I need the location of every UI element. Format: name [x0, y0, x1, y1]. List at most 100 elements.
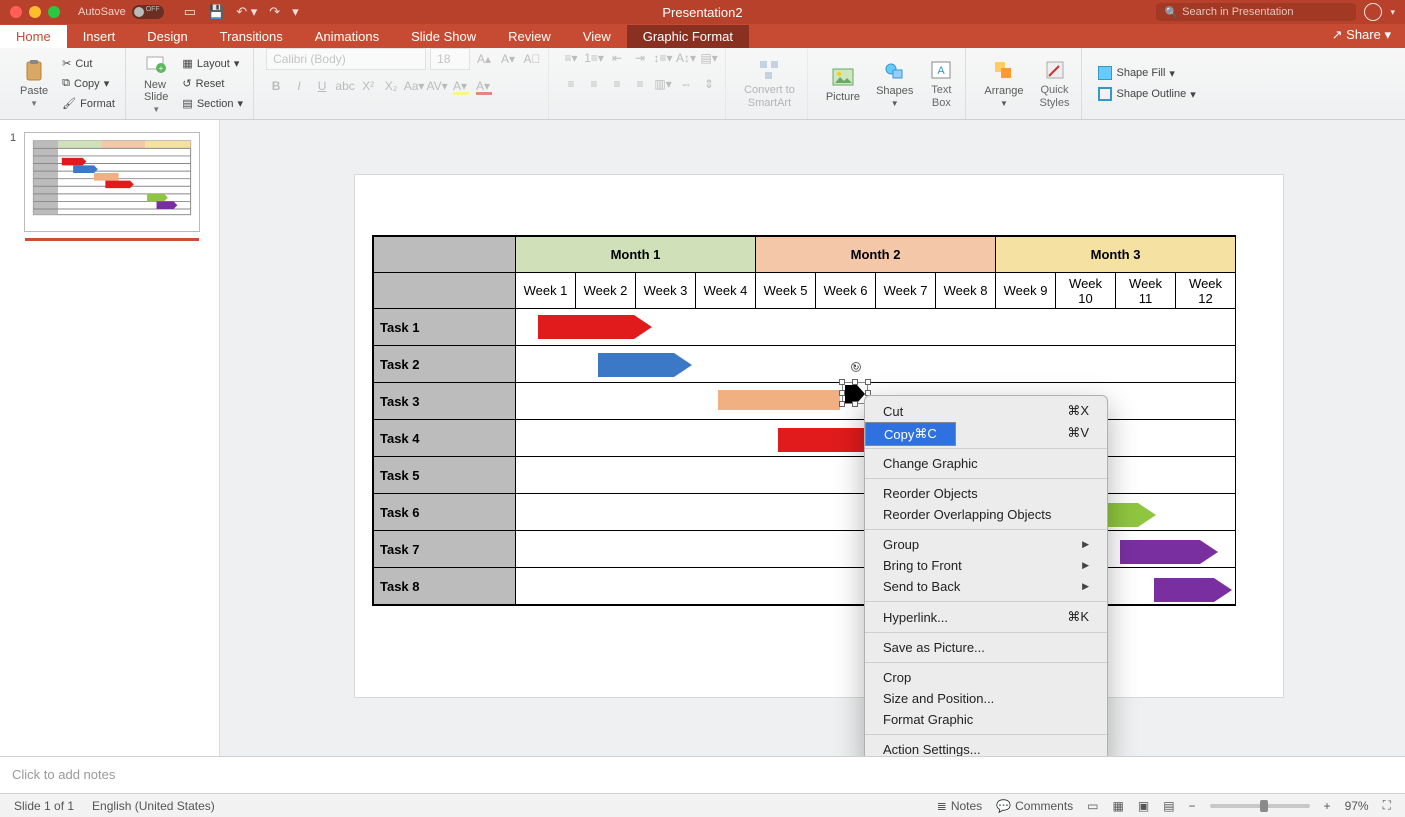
autosave-toggle[interactable]: AutoSave OFF — [78, 5, 164, 19]
task-1-bar[interactable] — [538, 315, 652, 339]
tab-view[interactable]: View — [567, 25, 627, 48]
bold-icon[interactable]: B — [266, 76, 286, 96]
align-text-icon[interactable]: ▤▾ — [699, 48, 719, 68]
ctx-hyperlink[interactable]: Hyperlink...⌘K — [865, 606, 1107, 628]
search-input-wrap[interactable]: 🔍 — [1156, 3, 1356, 21]
save-icon[interactable]: 💾 — [208, 4, 224, 20]
paste-button[interactable]: Paste ▼ — [14, 57, 54, 110]
align-center-icon[interactable]: ≡ — [584, 74, 604, 94]
arrange-button[interactable]: Arrange▼ — [978, 57, 1029, 110]
shrink-font-icon[interactable]: A▾ — [498, 49, 518, 69]
task-7-bar[interactable] — [1120, 540, 1218, 564]
undo-icon[interactable]: ↶ ▾ — [236, 4, 257, 20]
zoom-slider[interactable] — [1210, 804, 1310, 808]
task-2-bar[interactable] — [598, 353, 692, 377]
zoom-in-icon[interactable]: + — [1324, 799, 1331, 813]
normal-view-icon[interactable]: ▭ — [1087, 799, 1098, 813]
ctx-cut[interactable]: Cut⌘X — [865, 400, 1107, 422]
underline-icon[interactable]: U — [312, 76, 332, 96]
layout-button[interactable]: ▦ Layout ▾ — [178, 55, 247, 72]
notes-pane[interactable]: Click to add notes — [0, 756, 1405, 793]
font-size-input[interactable] — [430, 48, 470, 70]
task-8-bar[interactable] — [1154, 578, 1232, 602]
section-button[interactable]: ▤ Section ▾ — [178, 95, 247, 112]
ctx-save-picture[interactable]: Save as Picture... — [865, 637, 1107, 658]
tab-review[interactable]: Review — [492, 25, 567, 48]
justify-icon[interactable]: ≡ — [630, 74, 650, 94]
slide-editor[interactable]: Month 1 Month 2 Month 3 Week 1 Week 2 We… — [220, 120, 1405, 756]
ctx-reorder[interactable]: Reorder Objects — [865, 483, 1107, 504]
ctx-format-graphic[interactable]: Format Graphic — [865, 709, 1107, 730]
indent-icon[interactable]: ⇥ — [630, 48, 650, 68]
numbering-icon[interactable]: 1≡▾ — [584, 48, 604, 68]
close-icon[interactable] — [10, 6, 22, 18]
ctx-bring-front[interactable]: Bring to Front — [865, 555, 1107, 576]
ctx-action-settings[interactable]: Action Settings... — [865, 739, 1107, 756]
file-icon[interactable]: ▭ — [184, 4, 196, 20]
ctx-copy[interactable]: Copy⌘C — [865, 422, 956, 446]
shapes-button[interactable]: Shapes▼ — [870, 57, 919, 110]
ctx-reorder-overlapping[interactable]: Reorder Overlapping Objects — [865, 504, 1107, 525]
copy-button[interactable]: ⧉ Copy ▾ — [58, 75, 119, 92]
char-spacing-icon[interactable]: AV▾ — [427, 76, 447, 96]
feedback-icon[interactable] — [1364, 3, 1382, 21]
dist-v-icon[interactable]: ⇕ — [699, 74, 719, 94]
ctx-group[interactable]: Group — [865, 534, 1107, 555]
rotation-handle-icon[interactable]: ↻ — [851, 362, 861, 372]
font-color-icon[interactable]: A▾ — [473, 76, 493, 96]
text-dir-icon[interactable]: A↕▾ — [676, 48, 696, 68]
minimize-icon[interactable] — [29, 6, 41, 18]
fit-window-icon[interactable]: ⛶ — [1383, 798, 1391, 813]
tab-slideshow[interactable]: Slide Show — [395, 25, 492, 48]
italic-icon[interactable]: I — [289, 76, 309, 96]
comments-button[interactable]: 💬 Comments — [996, 799, 1073, 813]
notes-button[interactable]: ≣ Notes — [937, 799, 982, 813]
picture-button[interactable]: Picture — [820, 63, 866, 105]
slideshow-view-icon[interactable]: ▤ — [1163, 799, 1174, 813]
ctx-crop[interactable]: Crop — [865, 667, 1107, 688]
redo-icon[interactable]: ↷ — [269, 4, 280, 20]
chevron-down-icon[interactable]: ▾ — [1390, 7, 1395, 18]
tab-home[interactable]: Home — [0, 25, 67, 48]
maximize-icon[interactable] — [48, 6, 60, 18]
bullets-icon[interactable]: ≡▾ — [561, 48, 581, 68]
tab-design[interactable]: Design — [131, 25, 203, 48]
ctx-change-graphic[interactable]: Change Graphic — [865, 453, 1107, 474]
reset-button[interactable]: ↺ Reset — [178, 75, 247, 92]
zoom-out-icon[interactable]: − — [1189, 799, 1196, 813]
columns-icon[interactable]: ▥▾ — [653, 74, 673, 94]
convert-smartart-button[interactable]: Convert to SmartArt — [738, 56, 801, 110]
tab-graphic-format[interactable]: Graphic Format — [627, 25, 749, 48]
qat-custom-icon[interactable]: ▾ — [292, 4, 299, 20]
shape-fill-button[interactable]: Shape Fill ▾ — [1094, 64, 1199, 82]
zoom-level[interactable]: 97% — [1345, 799, 1369, 813]
tab-transitions[interactable]: Transitions — [204, 25, 299, 48]
task-3-bar[interactable] — [718, 390, 840, 410]
strike-icon[interactable]: abc — [335, 76, 355, 96]
quick-styles-button[interactable]: Quick Styles — [1034, 56, 1076, 110]
reading-view-icon[interactable]: ▣ — [1138, 799, 1149, 813]
dist-h-icon[interactable]: ⇔ — [676, 74, 696, 94]
line-spacing-icon[interactable]: ↕≡▾ — [653, 48, 673, 68]
grow-font-icon[interactable]: A▴ — [474, 49, 494, 69]
highlight-icon[interactable]: A▾ — [450, 76, 470, 96]
clear-format-icon[interactable]: A⃠ — [522, 49, 542, 69]
change-case-icon[interactable]: Aa▾ — [404, 76, 424, 96]
language-indicator[interactable]: English (United States) — [92, 799, 215, 813]
cut-button[interactable]: ✂ Cut — [58, 55, 119, 72]
sorter-view-icon[interactable]: ▦ — [1113, 799, 1124, 813]
share-button[interactable]: ↗ Share ▾ — [1332, 27, 1391, 43]
slide-thumbnail[interactable]: 1 — [10, 132, 209, 232]
format-painter-button[interactable]: 🖌 Format — [58, 95, 119, 112]
align-right-icon[interactable]: ≡ — [607, 74, 627, 94]
tab-insert[interactable]: Insert — [67, 25, 132, 48]
outdent-icon[interactable]: ⇤ — [607, 48, 627, 68]
new-slide-button[interactable]: + New Slide ▼ — [138, 51, 174, 116]
textbox-button[interactable]: AText Box — [923, 56, 959, 110]
align-left-icon[interactable]: ≡ — [561, 74, 581, 94]
tab-animations[interactable]: Animations — [299, 25, 395, 48]
subscript-icon[interactable]: X₂ — [381, 76, 401, 96]
superscript-icon[interactable]: X² — [358, 76, 378, 96]
font-name-input[interactable] — [266, 48, 426, 70]
task-4-bar[interactable] — [778, 428, 866, 452]
